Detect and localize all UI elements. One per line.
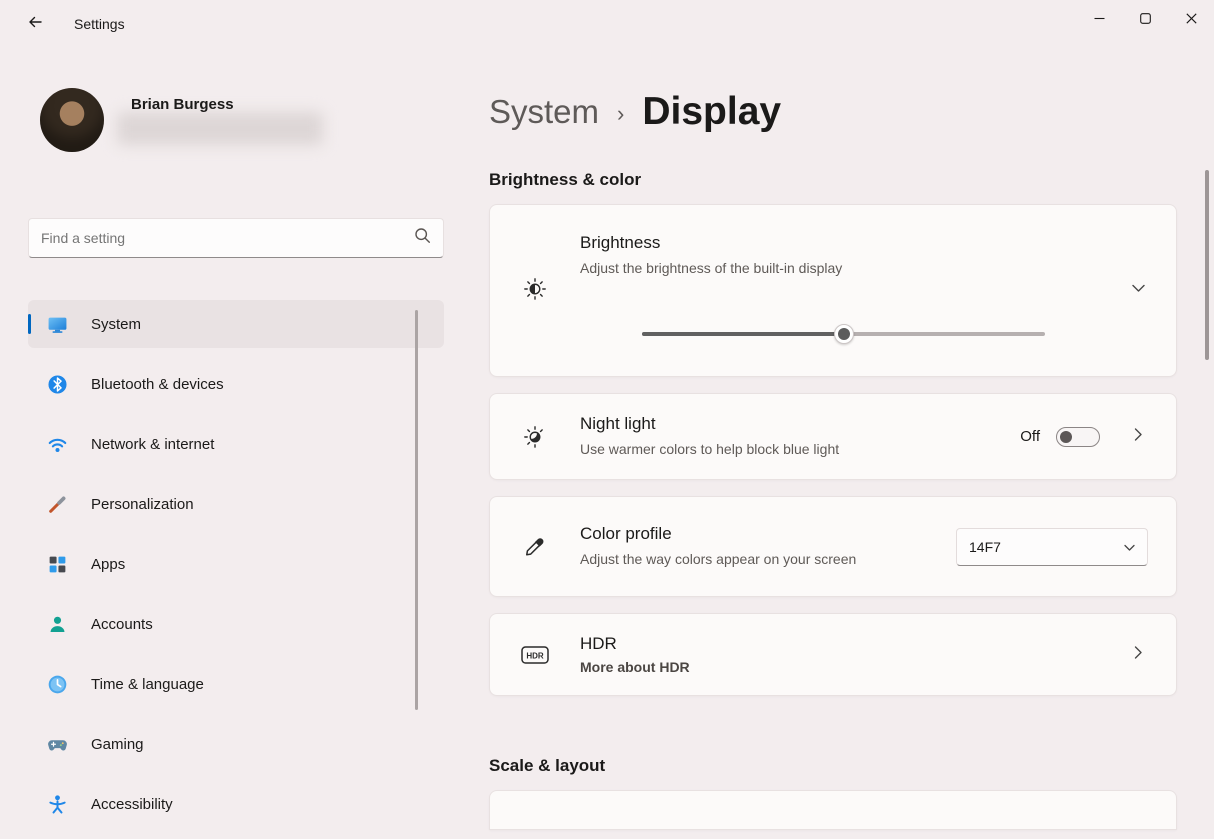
window-controls <box>1076 0 1214 40</box>
gamepad-icon <box>44 734 70 755</box>
sidebar-item-label: Network & internet <box>91 436 214 453</box>
sidebar-item-personalization[interactable]: Personalization <box>28 480 444 528</box>
sidebar-item-time-language[interactable]: Time & language <box>28 660 444 708</box>
slider-thumb[interactable] <box>834 324 854 344</box>
color-profile-description: Adjust the way colors appear on your scr… <box>580 549 880 569</box>
sidebar-item-system[interactable]: System <box>28 300 444 348</box>
titlebar: Settings <box>0 0 1214 48</box>
person-icon <box>44 614 70 635</box>
night-light-description: Use warmer colors to help block blue lig… <box>580 439 880 459</box>
brightness-card: Brightness Adjust the brightness of the … <box>489 204 1177 377</box>
brightness-expand-button[interactable] <box>1100 280 1176 298</box>
sidebar-item-gaming[interactable]: Gaming <box>28 720 444 768</box>
night-light-title: Night light <box>580 414 1020 434</box>
brightness-icon <box>490 276 580 302</box>
brightness-slider[interactable] <box>642 324 1045 344</box>
search-box <box>28 218 444 258</box>
maximize-icon <box>1140 11 1151 29</box>
color-profile-selected: 14F7 <box>969 539 1124 555</box>
avatar <box>40 88 104 152</box>
chevron-down-icon <box>1132 280 1145 298</box>
paintbrush-icon <box>44 494 70 515</box>
night-light-open-button[interactable] <box>1100 428 1176 446</box>
minimize-button[interactable] <box>1076 0 1122 40</box>
close-icon <box>1186 11 1197 29</box>
breadcrumb: System › Display <box>489 90 1177 134</box>
night-light-state: Off <box>1020 428 1040 445</box>
hdr-card[interactable]: HDR HDR More about HDR <box>489 613 1177 696</box>
page-title: Display <box>642 90 781 134</box>
section-scale-layout: Scale & layout <box>489 756 1177 776</box>
clock-icon <box>44 674 70 695</box>
sidebar-item-network-internet[interactable]: Network & internet <box>28 420 444 468</box>
system-icon <box>44 314 70 335</box>
chevron-down-icon <box>1124 539 1135 555</box>
sidebar-item-label: Accounts <box>91 616 153 633</box>
minimize-icon <box>1094 11 1105 29</box>
sidebar-item-bluetooth-devices[interactable]: Bluetooth & devices <box>28 360 444 408</box>
section-brightness-color: Brightness & color <box>489 170 1177 190</box>
sidebar-item-label: Apps <box>91 556 125 573</box>
night-light-toggle[interactable] <box>1056 427 1100 447</box>
hdr-open-button[interactable] <box>1100 646 1176 664</box>
night-light-card[interactable]: Night light Use warmer colors to help bl… <box>489 393 1177 480</box>
app-title: Settings <box>74 16 125 32</box>
color-profile-card: Color profile Adjust the way colors appe… <box>489 496 1177 597</box>
slider-fill <box>642 332 844 336</box>
brightness-description: Adjust the brightness of the built-in di… <box>580 258 1100 278</box>
color-profile-title: Color profile <box>580 524 956 544</box>
sidebar-item-label: Gaming <box>91 736 144 753</box>
main-content: System › Display Brightness & color Brig… <box>489 48 1177 830</box>
search-icon[interactable] <box>414 227 431 249</box>
sidebar-item-apps[interactable]: Apps <box>28 540 444 588</box>
bluetooth-icon <box>44 374 70 395</box>
back-button[interactable] <box>18 9 52 39</box>
hdr-more-link[interactable]: More about HDR <box>580 659 1100 675</box>
arrow-left-icon <box>27 14 43 35</box>
night-light-icon <box>490 424 580 450</box>
chevron-right-icon: › <box>617 101 624 127</box>
sidebar-nav: System Bluetooth & devices Network & int… <box>28 300 444 839</box>
profile-header[interactable]: Brian Burgess <box>40 88 460 152</box>
hdr-icon: HDR <box>490 645 580 665</box>
profile-name: Brian Burgess <box>131 96 323 113</box>
sidebar-item-label: Accessibility <box>91 796 173 813</box>
chevron-right-icon <box>1134 428 1143 446</box>
brightness-title: Brightness <box>580 233 1100 253</box>
chevron-right-icon <box>1134 646 1143 664</box>
sidebar: Brian Burgess System Bluetooth & devices <box>0 48 460 839</box>
sidebar-item-label: System <box>91 316 141 333</box>
toggle-knob <box>1060 431 1072 443</box>
profile-text: Brian Burgess <box>131 96 323 145</box>
sidebar-item-label: Time & language <box>91 676 204 693</box>
sidebar-item-label: Personalization <box>91 496 194 513</box>
wifi-icon <box>44 434 70 455</box>
scale-card-partial <box>489 790 1177 830</box>
main-scrollbar[interactable] <box>1205 170 1209 360</box>
svg-text:HDR: HDR <box>526 651 544 660</box>
accessibility-icon <box>44 794 70 815</box>
hdr-title: HDR <box>580 634 1100 654</box>
sidebar-item-accessibility[interactable]: Accessibility <box>28 780 444 828</box>
sidebar-item-label: Bluetooth & devices <box>91 376 224 393</box>
sidebar-scrollbar[interactable] <box>415 310 418 710</box>
profile-email-redacted <box>117 112 323 145</box>
apps-icon <box>44 554 70 575</box>
color-profile-dropdown[interactable]: 14F7 <box>956 528 1148 566</box>
color-profile-icon <box>490 534 580 560</box>
search-input[interactable] <box>41 230 414 246</box>
breadcrumb-system[interactable]: System <box>489 93 599 131</box>
close-button[interactable] <box>1168 0 1214 40</box>
sidebar-item-accounts[interactable]: Accounts <box>28 600 444 648</box>
maximize-button[interactable] <box>1122 0 1168 40</box>
